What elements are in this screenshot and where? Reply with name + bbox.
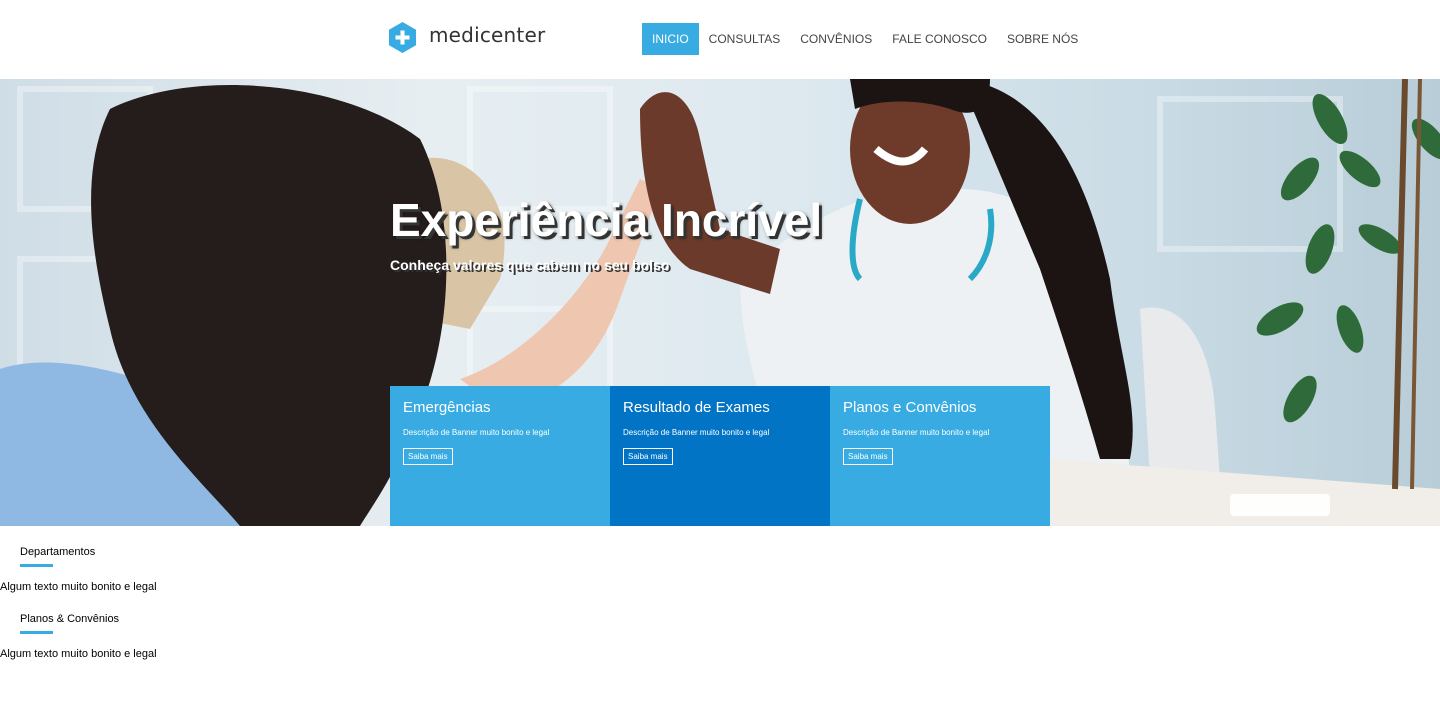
medical-cross-hexagon-icon: [389, 22, 416, 53]
nav-item-consultas[interactable]: CONSULTAS: [699, 23, 791, 55]
hero-title: Experiência Incrível: [390, 194, 823, 246]
section-heading-planos-convenios: Planos & Convênios: [20, 613, 120, 625]
section-underline: [20, 631, 53, 634]
card-title: Resultado de Exames: [623, 399, 770, 416]
section-text: Algum texto muito bonito e legal: [0, 581, 157, 593]
logo[interactable]: medicenter: [389, 22, 545, 53]
hero-subtitle: Conheça valores que cabem no seu bolso: [390, 257, 670, 273]
section-text: Algum texto muito bonito e legal: [0, 648, 157, 660]
section-heading-departamentos: Departamentos: [20, 546, 96, 558]
card-description: Descrição de Banner muito bonito e legal: [843, 428, 990, 437]
saiba-mais-button[interactable]: Saiba mais: [403, 448, 453, 465]
hero-banner: Experiência Incrível Conheça valores que…: [0, 79, 1440, 526]
card-description: Descrição de Banner muito bonito e legal: [403, 428, 550, 437]
section-underline: [20, 564, 53, 567]
saiba-mais-button[interactable]: Saiba mais: [623, 448, 673, 465]
card-description: Descrição de Banner muito bonito e legal: [623, 428, 770, 437]
brand-name: medicenter: [429, 22, 546, 47]
card-emergencias: Emergências Descrição de Banner muito bo…: [390, 386, 610, 526]
nav-item-inicio[interactable]: INICIO: [642, 23, 699, 55]
card-title: Planos e Convênios: [843, 399, 977, 416]
feature-cards: Emergências Descrição de Banner muito bo…: [390, 386, 1050, 526]
card-resultado-exames: Resultado de Exames Descrição de Banner …: [610, 386, 830, 526]
main-nav: INICIO CONSULTAS CONVÊNIOS FALE CONOSCO …: [642, 23, 1088, 55]
card-planos-convenios: Planos e Convênios Descrição de Banner m…: [830, 386, 1050, 526]
nav-item-fale-conosco[interactable]: FALE CONOSCO: [882, 23, 997, 55]
saiba-mais-button[interactable]: Saiba mais: [843, 448, 893, 465]
site-header: medicenter INICIO CONSULTAS CONVÊNIOS FA…: [0, 0, 1440, 79]
nav-item-convenios[interactable]: CONVÊNIOS: [790, 23, 882, 55]
card-title: Emergências: [403, 399, 491, 416]
nav-item-sobre-nos[interactable]: SOBRE NÓS: [997, 23, 1088, 55]
